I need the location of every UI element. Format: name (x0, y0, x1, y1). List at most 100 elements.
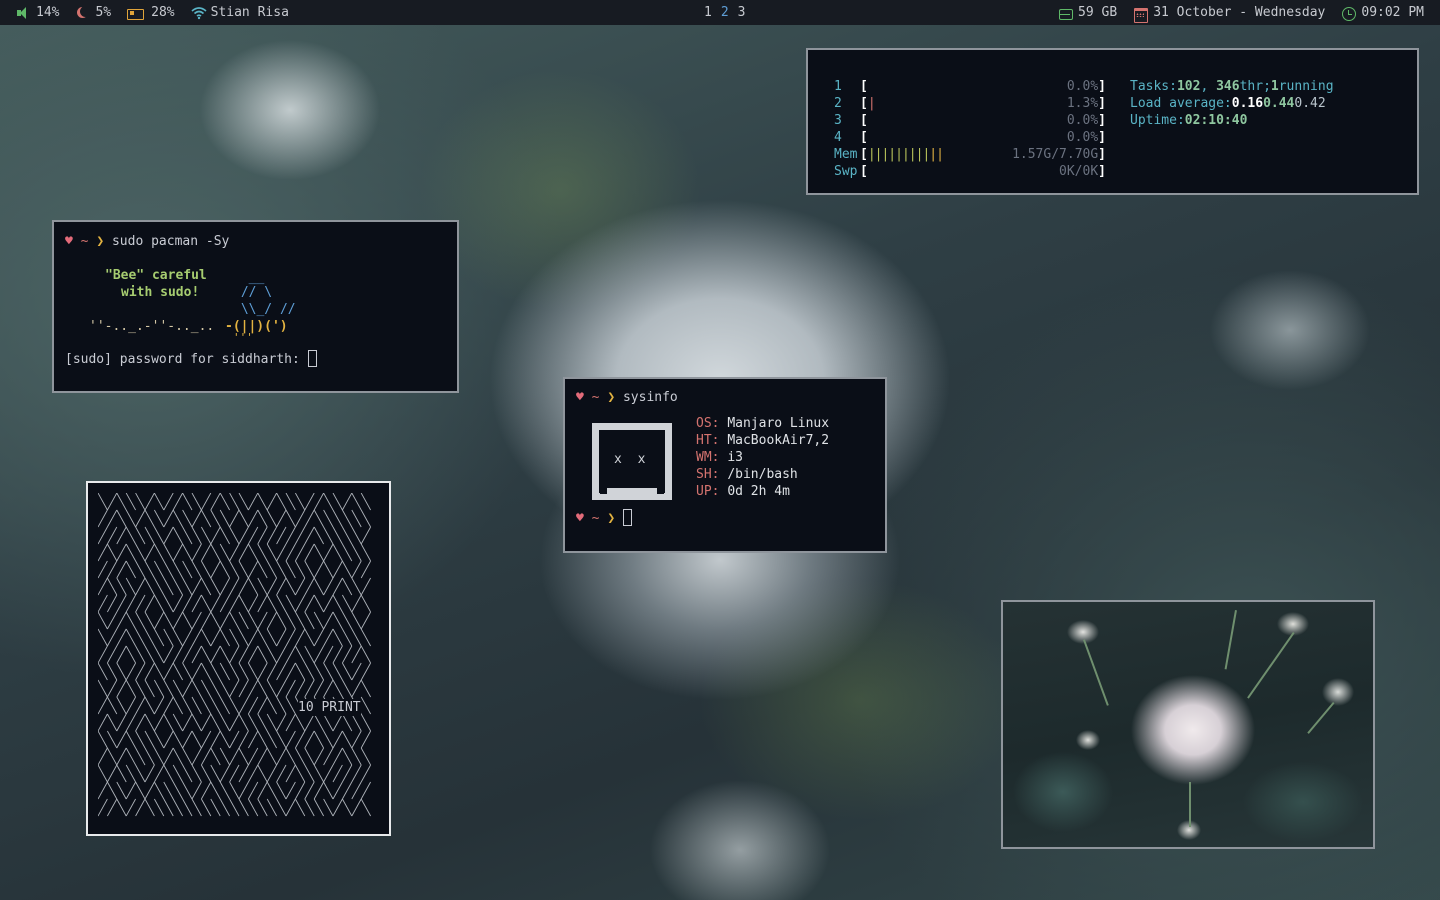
image-viewer-window[interactable] (1001, 600, 1375, 849)
maze-segment (144, 679, 155, 698)
clock-icon (1341, 6, 1357, 21)
maze-segment (295, 798, 306, 817)
maze-segment (210, 645, 221, 664)
maze-segment (144, 662, 155, 681)
maze-segment (351, 594, 362, 613)
maze-segment (135, 798, 146, 817)
password-prompt-line[interactable]: [sudo] password for siddharth: (65, 350, 457, 368)
maze-segment (257, 713, 268, 732)
maze-segment (248, 560, 259, 579)
wifi-indicator[interactable]: Stian Risa (191, 5, 289, 20)
maze-segment (351, 645, 362, 664)
maze-segment (182, 493, 193, 511)
maze-segment (257, 543, 268, 562)
command-line[interactable]: ♥ ~ ❯ (576, 509, 885, 527)
workspace-2[interactable]: 2 (721, 5, 729, 20)
maze-segment (201, 713, 212, 732)
maze-segment (238, 679, 249, 698)
maze-segment (191, 611, 202, 630)
maze-segment (238, 798, 249, 817)
maze-segment (172, 662, 183, 681)
maze-segment (257, 730, 268, 749)
htop-terminal-window[interactable]: 1 [ 0.0% ] 2 [ | 1.3% ] 3 [ 0.0% ] 4 [ 0.… (806, 48, 1419, 195)
maze-segment (107, 526, 118, 545)
maze-segment (295, 764, 306, 783)
volume-indicator[interactable]: 14% (16, 5, 59, 20)
disk-indicator[interactable]: 59 GB (1058, 5, 1117, 20)
maze-segment (219, 781, 230, 800)
swap-label: Swp (834, 164, 858, 179)
maze-segment (229, 713, 240, 732)
maze-segment (172, 747, 183, 766)
maze-segment (144, 645, 155, 664)
maze-segment (332, 628, 343, 647)
maze-segment (182, 679, 193, 698)
maze-segment (248, 543, 259, 562)
ten-print-window[interactable]: 10 PRINT (86, 481, 391, 836)
maze-segment (191, 577, 202, 596)
maze-segment (351, 526, 362, 545)
sudo-terminal-window[interactable]: ♥ ~ ❯ sudo pacman -Sy "Bee" careful with… (52, 220, 459, 393)
maze-segment (266, 645, 277, 664)
sysinfo-terminal-window[interactable]: ♥ ~ ❯ sysinfo x x OS: Manjaro Linux HT: … (563, 377, 887, 553)
maze-segment (135, 764, 146, 783)
maze-segment (229, 730, 240, 749)
maze-segment (172, 560, 183, 579)
maze-segment (210, 798, 221, 817)
maze-segment (229, 560, 240, 579)
maze-segment (229, 543, 240, 562)
heart-icon: ♥ (576, 511, 584, 526)
maze-segment (107, 679, 118, 698)
maze-segment (191, 560, 202, 579)
maze-segment (144, 696, 155, 715)
terminal-cursor (622, 509, 632, 526)
maze-segment (248, 730, 259, 749)
maze-segment (229, 509, 240, 528)
maze-segment (219, 509, 230, 528)
maze-segment (295, 730, 306, 749)
maze-segment (154, 764, 165, 783)
maze-segment (313, 730, 324, 749)
maze-segment (116, 730, 127, 749)
clock-indicator[interactable]: 09:02 PM (1341, 5, 1424, 21)
maze-segment (238, 747, 249, 766)
maze-segment (351, 509, 362, 528)
maze-segment (229, 798, 240, 817)
maze-segment (135, 611, 146, 630)
maze-segment (351, 662, 362, 681)
maze-segment (135, 543, 146, 562)
brightness-indicator[interactable]: 5% (75, 5, 111, 20)
workspace-1[interactable]: 1 (704, 5, 712, 20)
maze-segment (116, 645, 127, 664)
maze-segment (238, 577, 249, 596)
maze-segment (342, 509, 353, 528)
maze-segment (98, 611, 108, 630)
maze-segment (342, 730, 353, 749)
battery-indicator[interactable]: 28% (127, 5, 175, 20)
maze-segment (191, 509, 202, 528)
maze-segment (98, 747, 108, 766)
maze-segment (210, 764, 221, 783)
maze-segment (182, 730, 193, 749)
maze-segment (125, 594, 136, 613)
maze-segment (257, 628, 268, 647)
maze-segment (201, 611, 212, 630)
maze-segment (332, 509, 343, 528)
maze-segment (116, 543, 127, 562)
maze-segment (210, 696, 221, 715)
maze-segment (248, 798, 259, 817)
maze-segment (351, 747, 362, 766)
maze-segment (323, 645, 334, 664)
maze-segment (248, 781, 259, 800)
maze-segment (313, 662, 324, 681)
maze-segment (342, 747, 353, 766)
maze-segment (313, 594, 324, 613)
workspace-3[interactable]: 3 (738, 5, 746, 20)
cpu-meter: 3 [ 0.0% ] (834, 113, 1106, 128)
maze-segment (342, 662, 353, 681)
maze-segment (248, 747, 259, 766)
maze-segment (229, 577, 240, 596)
date-indicator[interactable]: 31 October - Wednesday (1133, 5, 1325, 23)
load-average-line: Load average: 0.16 0.44 0.42 (1130, 96, 1326, 111)
maze-segment (304, 577, 315, 596)
